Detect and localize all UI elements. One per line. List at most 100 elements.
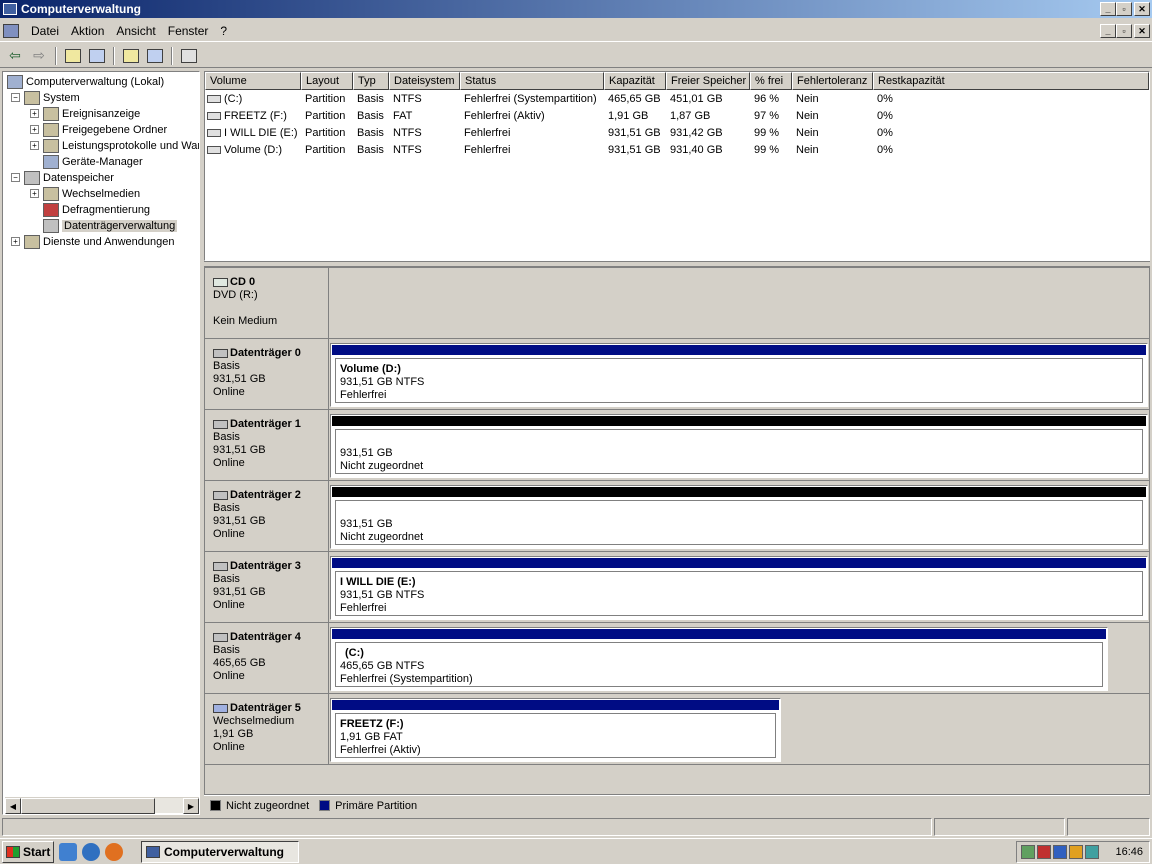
tree-item-defragmentation[interactable]: Defragmentierung [43,202,150,218]
expand-icon[interactable]: + [30,109,39,118]
expand-icon[interactable]: + [30,141,39,150]
column-filesystem[interactable]: Dateisystem [389,72,460,90]
partition-c[interactable]: (C:) 465,65 GB NTFS Fehlerfrei (Systempa… [330,627,1108,691]
primary-partition-bar [332,345,1146,355]
monitor-icon[interactable] [1085,845,1099,859]
tree-item-computer-management[interactable]: Computerverwaltung (Lokal) [7,74,164,90]
partition-unallocated-2[interactable]: 931,51 GB Nicht zugeordnet [330,485,1148,549]
volume-cell: 0% [877,109,893,122]
volume-cell: 931,42 GB [670,126,723,139]
menu-ansicht[interactable]: Ansicht [110,24,161,38]
internet-explorer-icon[interactable] [82,842,100,861]
column-status[interactable]: Status [460,72,604,90]
mmc-document-icon[interactable] [3,23,19,38]
forward-arrow-icon[interactable]: ⇨ [28,46,50,66]
partition-unallocated-1[interactable]: 931,51 GB Nicht zugeordnet [330,414,1148,478]
start-button[interactable]: Start [2,840,54,863]
up-folder-icon[interactable] [62,46,84,66]
windows-logo-icon [6,845,20,858]
menu-datei[interactable]: Datei [25,24,65,38]
disk-row-2[interactable]: Datenträger 2 Basis 931,51 GB Online 931… [205,481,1149,552]
volume-row[interactable]: FREETZ (F:) Partition Basis FAT Fehlerfrei (… [205,107,1149,124]
volume-row[interactable]: Volume (D:) Partition Basis NTFS Fehlerfrei 9… [205,141,1149,158]
column-fault-tolerance[interactable]: Fehlertoleranz [792,72,873,90]
disk-row-3[interactable]: Datenträger 3 Basis 931,51 GB Online I W… [205,552,1149,623]
column-capacity[interactable]: Kapazität [604,72,666,90]
volume-cell: Basis [357,92,384,105]
legend-unallocated: Nicht zugeordnet [226,799,310,812]
menu-help[interactable]: ? [214,24,233,38]
disk-label-4[interactable]: Datenträger 4 Basis 465,65 GB Online [205,623,329,693]
child-minimize-button[interactable]: _ [1100,24,1116,38]
volume-cell: 931,51 GB [608,143,661,156]
safely-remove-icon[interactable] [1069,845,1083,859]
partition-freetz-f[interactable]: FREETZ (F:) 1,91 GB FAT Fehlerfrei (Akti… [330,698,781,762]
show-desktop-icon[interactable] [59,842,77,861]
partition-i-will-die-e[interactable]: I WILL DIE (E:) 931,51 GB NTFS Fehlerfre… [330,556,1148,620]
tree-item-services-applications[interactable]: Dienste und Anwendungen [24,234,175,250]
minimize-button[interactable]: _ [1100,2,1116,16]
collapse-icon[interactable]: − [11,173,20,182]
tree-item-shared-folders[interactable]: Freigegebene Ordner [43,122,167,138]
disk-row-cd0[interactable]: CD 0 DVD (R:) Kein Medium [205,268,1149,339]
volume-icon [207,94,221,103]
close-button[interactable]: ✕ [1134,2,1150,16]
disk-label-1[interactable]: Datenträger 1 Basis 931,51 GB Online [205,410,329,480]
child-close-button[interactable]: ✕ [1134,24,1150,38]
tree-item-event-viewer[interactable]: Ereignisanzeige [43,106,140,122]
child-restore-button[interactable]: ▫ [1116,24,1132,38]
volume-list: Volume Layout Typ Dateisystem Status Kap… [204,71,1150,261]
volume-row[interactable]: (C:) Partition Basis NTFS Fehlerfrei (System… [205,90,1149,107]
disk-row-0[interactable]: Datenträger 0 Basis 931,51 GB Online Vol… [205,339,1149,410]
defrag-icon [43,203,59,217]
expand-icon[interactable]: + [30,125,39,134]
show-hide-tree-icon[interactable] [86,46,108,66]
tree-item-storage[interactable]: Datenspeicher [24,170,114,186]
volume-icon [207,145,221,154]
scroll-thumb[interactable] [21,798,155,814]
export-list-icon[interactable] [144,46,166,66]
security-icon[interactable] [1037,845,1051,859]
disk-label-0[interactable]: Datenträger 0 Basis 931,51 GB Online [205,339,329,409]
scroll-right-icon[interactable]: ▶ [183,798,199,814]
partition-volume-d[interactable]: Volume (D:) 931,51 GB NTFS Fehlerfrei [330,343,1148,407]
column-type[interactable]: Typ [353,72,389,90]
network-icon[interactable] [1021,845,1035,859]
tree-item-disk-management[interactable]: Datenträgerverwaltung [43,218,178,234]
column-percent-free[interactable]: % frei [750,72,792,90]
disk-graphical-view: CD 0 DVD (R:) Kein Medium Datenträger 0 … [204,267,1150,795]
tree-item-removable-storage[interactable]: Wechselmedien [43,186,140,202]
menu-aktion[interactable]: Aktion [65,24,110,38]
column-overhead[interactable]: Restkapazität [873,72,1149,90]
tree-horizontal-scrollbar[interactable]: ◀ ▶ [5,797,199,814]
disk-label-5[interactable]: Datenträger 5 Wechselmedium 1,91 GB Onli… [205,694,329,764]
update-icon[interactable] [1053,845,1067,859]
disk-label-3[interactable]: Datenträger 3 Basis 931,51 GB Online [205,552,329,622]
column-layout[interactable]: Layout [301,72,353,90]
menu-fenster[interactable]: Fenster [162,24,215,38]
tree-item-performance-logs[interactable]: Leistungsprotokolle und Warnungen [43,138,199,154]
column-volume[interactable]: Volume [205,72,301,90]
disk-label-cd0[interactable]: CD 0 DVD (R:) Kein Medium [205,268,329,338]
disk-row-5[interactable]: Datenträger 5 Wechselmedium 1,91 GB Onli… [205,694,1149,765]
tree-item-device-manager[interactable]: Geräte-Manager [43,154,143,170]
volume-cell: 451,01 GB [670,92,723,105]
volume-cell: Fehlerfrei (Aktiv) [464,109,545,122]
scroll-left-icon[interactable]: ◀ [5,798,21,814]
disk-label-2[interactable]: Datenträger 2 Basis 931,51 GB Online [205,481,329,551]
volume-row[interactable]: I WILL DIE (E:) Partition Basis NTFS Fehlerf… [205,124,1149,141]
firefox-icon[interactable] [105,842,123,861]
expand-icon[interactable]: + [30,189,39,198]
tree-item-system[interactable]: System [24,90,80,106]
collapse-icon[interactable]: − [11,93,20,102]
column-free-space[interactable]: Freier Speicher [666,72,750,90]
taskbar-item-computer-management[interactable]: Computerverwaltung [141,840,299,863]
disk-row-4[interactable]: Datenträger 4 Basis 465,65 GB Online (C:… [205,623,1149,694]
volume-cell: Basis [357,126,384,139]
properties-icon[interactable] [120,46,142,66]
maximize-button[interactable]: ▫ [1116,2,1132,16]
disk-row-1[interactable]: Datenträger 1 Basis 931,51 GB Online 931… [205,410,1149,481]
help-icon[interactable] [178,46,200,66]
expand-icon[interactable]: + [11,237,20,246]
back-arrow-icon[interactable]: ⇦ [4,46,26,66]
